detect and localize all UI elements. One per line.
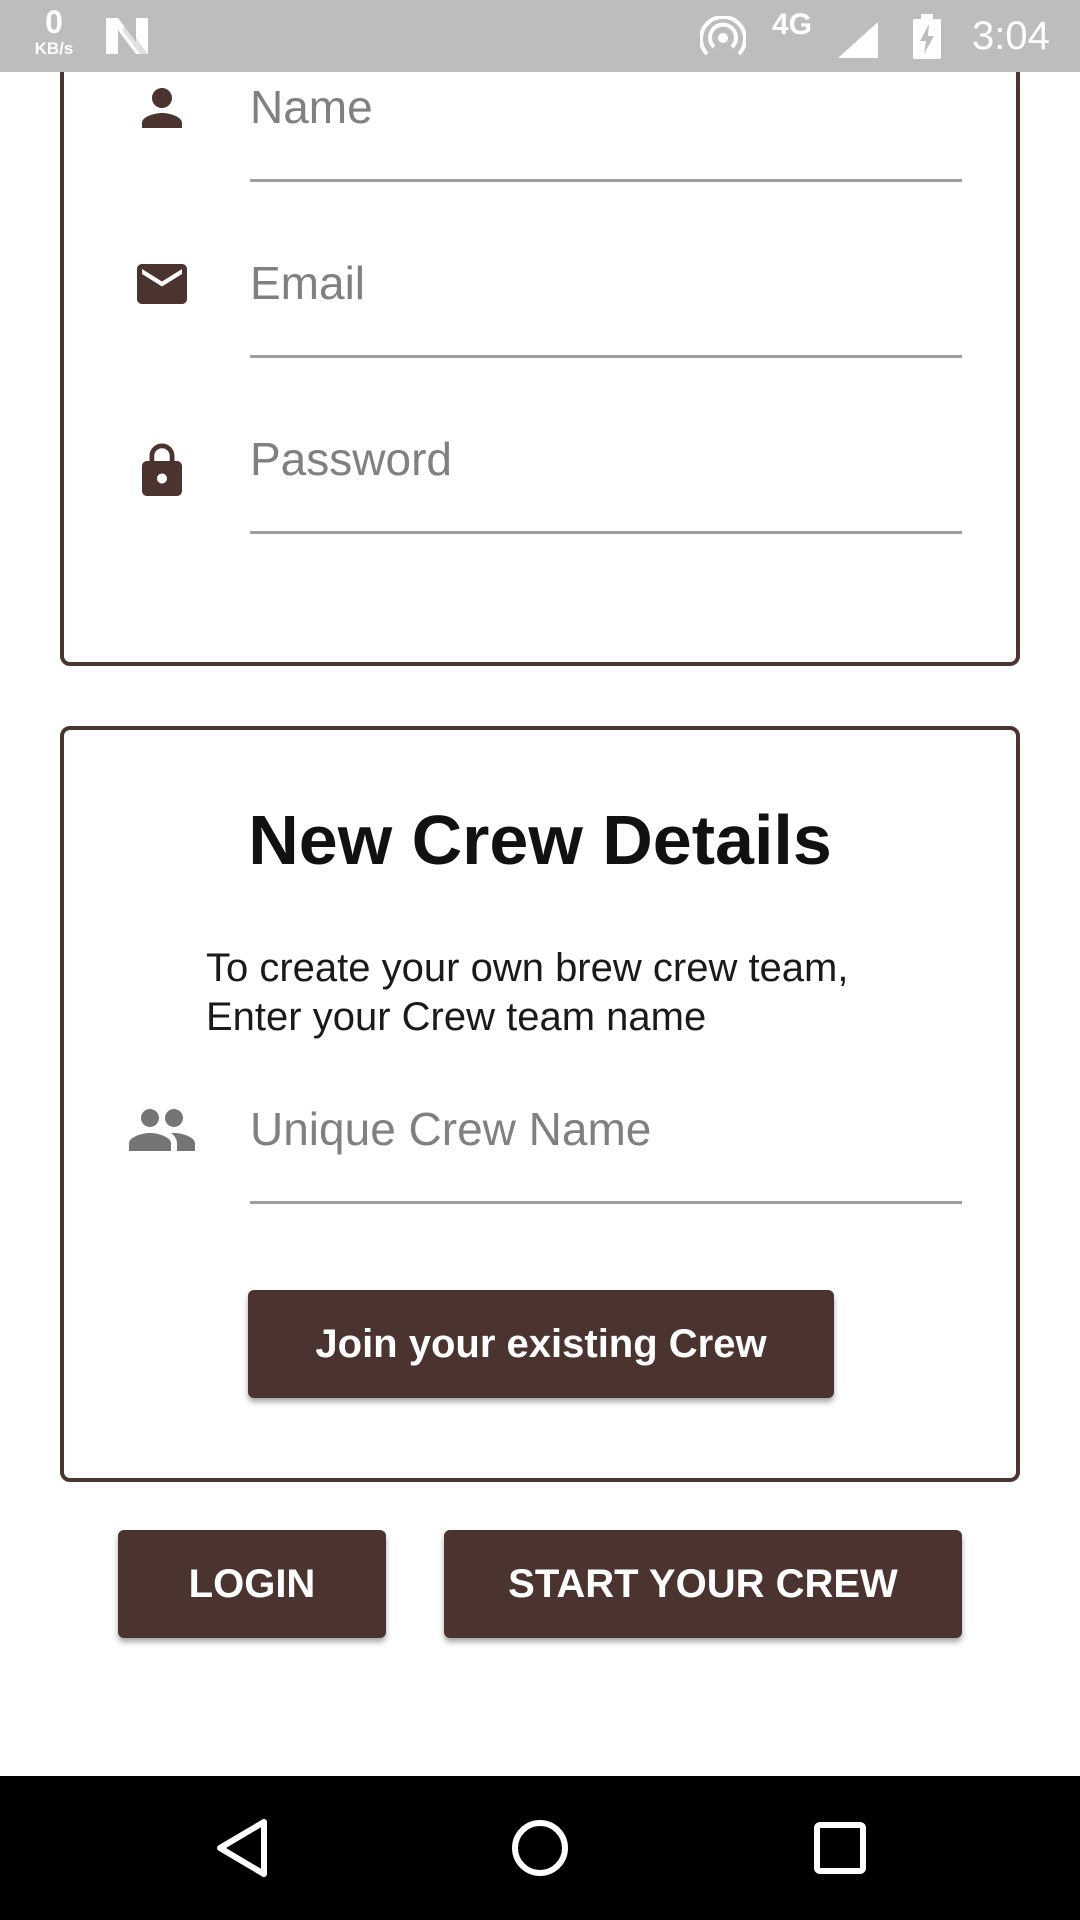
signal-icon bbox=[836, 20, 880, 65]
group-icon bbox=[126, 1100, 198, 1160]
recent-apps-icon[interactable] bbox=[798, 1806, 882, 1890]
password-field-row bbox=[64, 430, 1016, 570]
crew-description-line: Enter your Crew team name bbox=[206, 995, 707, 1039]
back-icon[interactable] bbox=[200, 1806, 284, 1890]
start-your-crew-button[interactable]: START YOUR CREW bbox=[444, 1530, 962, 1638]
password-input[interactable] bbox=[250, 430, 962, 534]
lock-icon bbox=[132, 438, 192, 498]
notification-n-icon bbox=[104, 16, 150, 61]
home-icon[interactable] bbox=[498, 1806, 582, 1890]
name-field-row bbox=[64, 78, 1016, 218]
mail-icon bbox=[132, 254, 192, 314]
crew-description-line: To create your own brew crew team, bbox=[206, 946, 849, 990]
network-type: 4G bbox=[772, 8, 813, 41]
join-existing-crew-button[interactable]: Join your existing Crew bbox=[248, 1290, 834, 1398]
email-input[interactable] bbox=[250, 254, 962, 358]
new-crew-card: New Crew Details To create your own brew… bbox=[60, 726, 1020, 1482]
navigation-bar bbox=[0, 1776, 1080, 1920]
clock: 3:04 bbox=[972, 14, 1050, 58]
network-speed: 0 KB/s bbox=[26, 6, 82, 57]
crew-name-field-row bbox=[64, 1100, 1016, 1240]
status-bar: 0 KB/s 4G 3:04 bbox=[0, 0, 1080, 72]
network-speed-value: 0 bbox=[45, 4, 63, 40]
crew-card-description: To create your own brew crew team, Enter… bbox=[206, 944, 946, 1042]
email-field-row bbox=[64, 254, 1016, 394]
login-button[interactable]: LOGIN bbox=[118, 1530, 386, 1638]
name-input[interactable] bbox=[250, 78, 962, 182]
signup-screen: 0 KB/s 4G 3:04 Name Email New Crew Detai… bbox=[0, 0, 1080, 1920]
battery-charging-icon bbox=[912, 14, 942, 65]
network-speed-unit: KB/s bbox=[34, 39, 74, 58]
crew-card-title: New Crew Details bbox=[248, 801, 832, 879]
hotspot-icon bbox=[699, 14, 747, 63]
user-details-card bbox=[60, 0, 1020, 666]
person-icon bbox=[132, 78, 192, 138]
crew-name-input[interactable] bbox=[250, 1100, 962, 1204]
